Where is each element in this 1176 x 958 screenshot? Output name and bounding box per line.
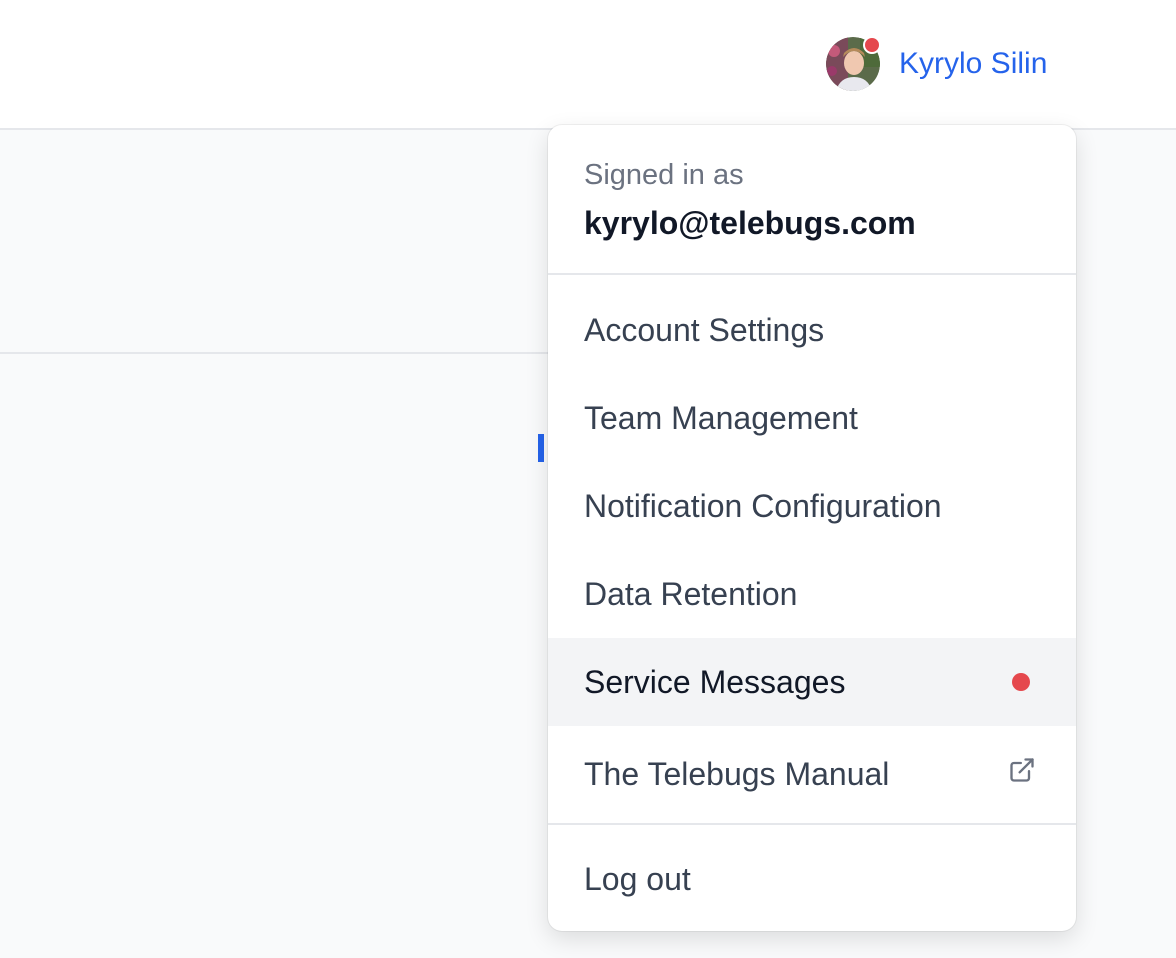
menu-group-main: Account Settings Team Management Notific… bbox=[548, 275, 1076, 825]
user-name-link[interactable]: Kyrylo Silin bbox=[899, 36, 1047, 92]
menu-item-label: Service Messages bbox=[584, 663, 846, 700]
menu-item-account-settings[interactable]: Account Settings bbox=[548, 286, 1076, 374]
menu-item-label: Team Management bbox=[584, 399, 858, 436]
menu-item-notification-configuration[interactable]: Notification Configuration bbox=[548, 462, 1076, 550]
user-menu-trigger[interactable]: Kyrylo Silin bbox=[826, 36, 1047, 92]
signed-in-section: Signed in as kyrylo@telebugs.com bbox=[548, 125, 1076, 275]
avatar[interactable] bbox=[826, 36, 881, 91]
notification-dot-icon bbox=[863, 36, 881, 54]
signed-in-email: kyrylo@telebugs.com bbox=[584, 205, 916, 241]
menu-item-label: Data Retention bbox=[584, 575, 798, 612]
menu-item-service-messages[interactable]: Service Messages bbox=[548, 638, 1076, 726]
divider bbox=[0, 352, 560, 354]
menu-item-label: Account Settings bbox=[584, 311, 825, 348]
signed-in-label: Signed in as bbox=[584, 159, 744, 191]
menu-group-logout: Log out bbox=[548, 825, 1076, 923]
top-navigation-bar: Kyrylo Silin bbox=[0, 0, 1176, 130]
menu-item-label: The Telebugs Manual bbox=[584, 756, 890, 792]
menu-item-team-management[interactable]: Team Management bbox=[548, 374, 1076, 462]
user-dropdown-menu: Signed in as kyrylo@telebugs.com Account… bbox=[548, 125, 1076, 931]
partially-hidden-link[interactable] bbox=[538, 434, 544, 462]
logout-label: Log out bbox=[584, 860, 691, 897]
menu-item-data-retention[interactable]: Data Retention bbox=[548, 550, 1076, 638]
notification-dot-icon bbox=[1012, 673, 1030, 691]
menu-item-telebugs-manual[interactable]: The Telebugs Manual bbox=[548, 726, 1076, 823]
logout-button[interactable]: Log out bbox=[548, 835, 1076, 923]
external-link-icon bbox=[1010, 758, 1034, 782]
menu-item-label: Notification Configuration bbox=[584, 487, 942, 524]
